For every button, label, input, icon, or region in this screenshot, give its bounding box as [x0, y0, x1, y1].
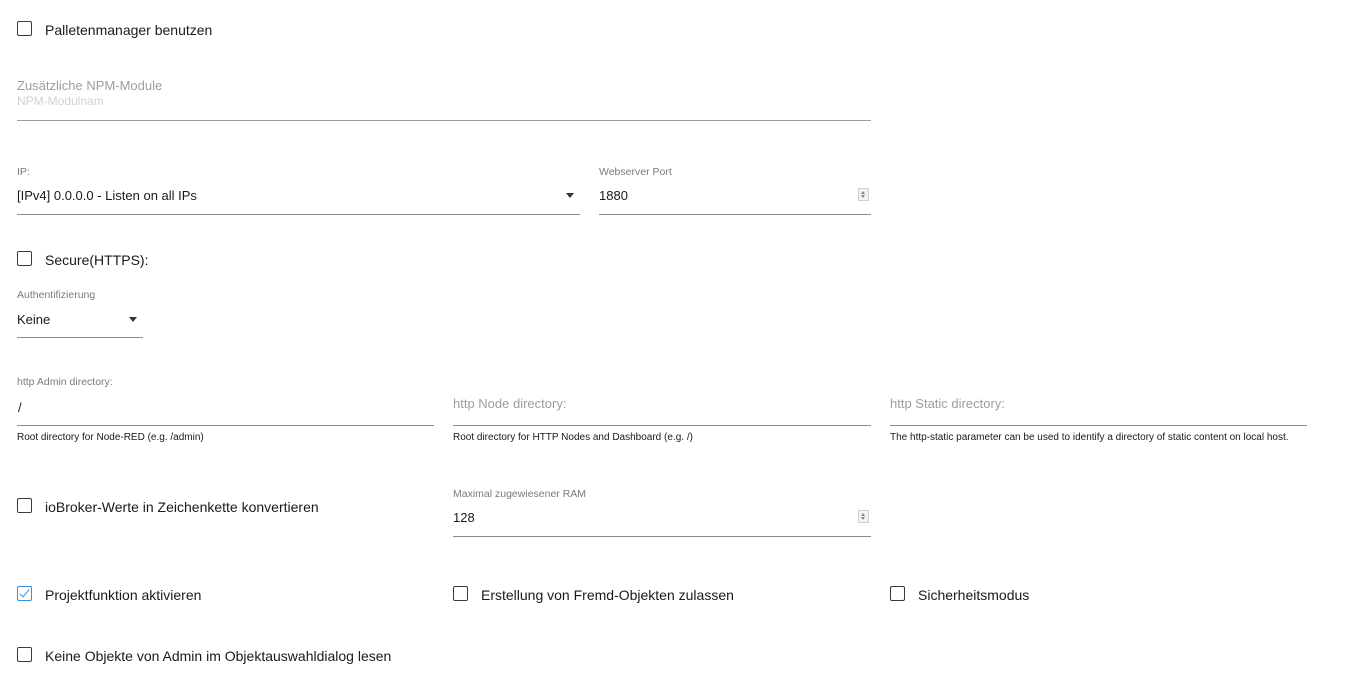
- auth-underline: [17, 337, 143, 338]
- http-static-helper: The http-static parameter can be used to…: [890, 432, 1289, 443]
- http-admin-helper: Root directory for Node-RED (e.g. /admin…: [17, 432, 204, 443]
- secure-checkbox[interactable]: [17, 251, 32, 266]
- npm-modules-underline: [17, 120, 871, 121]
- ip-select[interactable]: [IPv4] 0.0.0.0 - Listen on all IPs: [17, 188, 197, 203]
- http-node-underline: [453, 425, 871, 426]
- projects-label[interactable]: Projektfunktion aktivieren: [45, 587, 201, 603]
- npm-modules-input[interactable]: NPM-Modulnam: [17, 94, 104, 108]
- max-ram-underline: [453, 536, 871, 537]
- safe-mode-label[interactable]: Sicherheitsmodus: [918, 587, 1029, 603]
- http-node-helper: Root directory for HTTP Nodes and Dashbo…: [453, 432, 693, 443]
- webserver-port-label: Webserver Port: [599, 166, 672, 178]
- safe-mode-checkbox[interactable]: [890, 586, 905, 601]
- webserver-port-input[interactable]: 1880: [599, 188, 628, 203]
- max-ram-spinner-icon[interactable]: [858, 510, 869, 523]
- no-admin-objects-checkbox[interactable]: [17, 647, 32, 662]
- webserver-port-spinner-icon[interactable]: [858, 188, 869, 201]
- secure-label[interactable]: Secure(HTTPS):: [45, 252, 148, 268]
- max-ram-input[interactable]: 128: [453, 510, 475, 525]
- http-admin-input[interactable]: /: [18, 400, 22, 415]
- http-static-label[interactable]: http Static directory:: [890, 396, 1005, 411]
- webserver-port-underline: [599, 214, 871, 215]
- auth-select[interactable]: Keine: [17, 312, 50, 327]
- projects-checkbox[interactable]: [17, 586, 32, 601]
- foreign-objects-label[interactable]: Erstellung von Fremd-Objekten zulassen: [481, 587, 734, 603]
- no-admin-objects-label[interactable]: Keine Objekte von Admin im Objektauswahl…: [45, 648, 391, 664]
- http-admin-underline: [17, 425, 434, 426]
- convert-strings-label[interactable]: ioBroker-Werte in Zeichenkette konvertie…: [45, 499, 319, 515]
- ip-dropdown-arrow-icon[interactable]: [566, 193, 574, 198]
- http-static-underline: [890, 425, 1307, 426]
- auth-label: Authentifizierung: [17, 289, 96, 301]
- palette-manager-checkbox[interactable]: [17, 21, 32, 36]
- ip-label: IP:: [17, 166, 30, 178]
- npm-modules-label: Zusätzliche NPM-Module: [17, 78, 163, 93]
- convert-strings-checkbox[interactable]: [17, 498, 32, 513]
- auth-dropdown-arrow-icon[interactable]: [129, 317, 137, 322]
- http-node-label[interactable]: http Node directory:: [453, 396, 566, 411]
- palette-manager-label[interactable]: Palletenmanager benutzen: [45, 22, 212, 38]
- max-ram-label: Maximal zugewiesener RAM: [453, 488, 587, 500]
- ip-underline: [17, 214, 580, 215]
- foreign-objects-checkbox[interactable]: [453, 586, 468, 601]
- http-admin-label: http Admin directory:: [17, 376, 113, 388]
